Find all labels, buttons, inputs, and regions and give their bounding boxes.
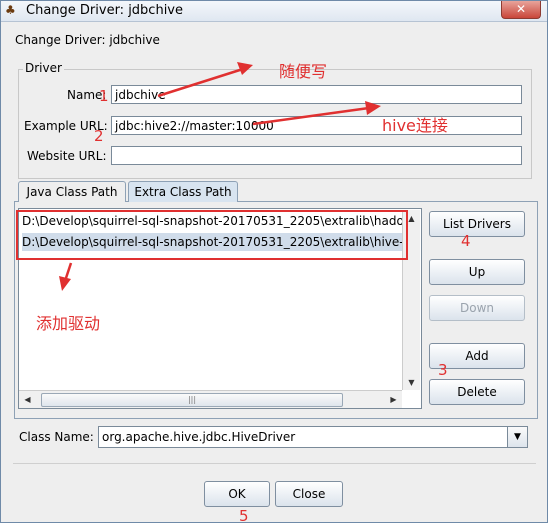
arrow-head-icon (237, 62, 253, 75)
annotation-note-name: 随便写 (279, 62, 328, 81)
annotation-note-url: hive连接 (382, 116, 448, 135)
annotation-number-4: 4 (461, 232, 471, 250)
annotation-number-1: 1 (99, 87, 109, 105)
annotation-number-5: 5 (239, 507, 249, 525)
annotation-number-2: 2 (94, 127, 104, 145)
annotation-arrow-url (252, 106, 370, 126)
annotation-overlay (16, 62, 408, 291)
driver-highlight-box (16, 210, 408, 260)
arrow-head-icon (59, 276, 71, 291)
change-driver-dialog: ♣ Change Driver: jdbchive ✕ Change Drive… (0, 0, 548, 525)
arrow-head-icon (365, 101, 381, 115)
annotation-arrow-name (157, 67, 244, 98)
annotation-note-driver: 添加驱动 (36, 314, 101, 333)
annotation-number-3: 3 (438, 361, 448, 379)
